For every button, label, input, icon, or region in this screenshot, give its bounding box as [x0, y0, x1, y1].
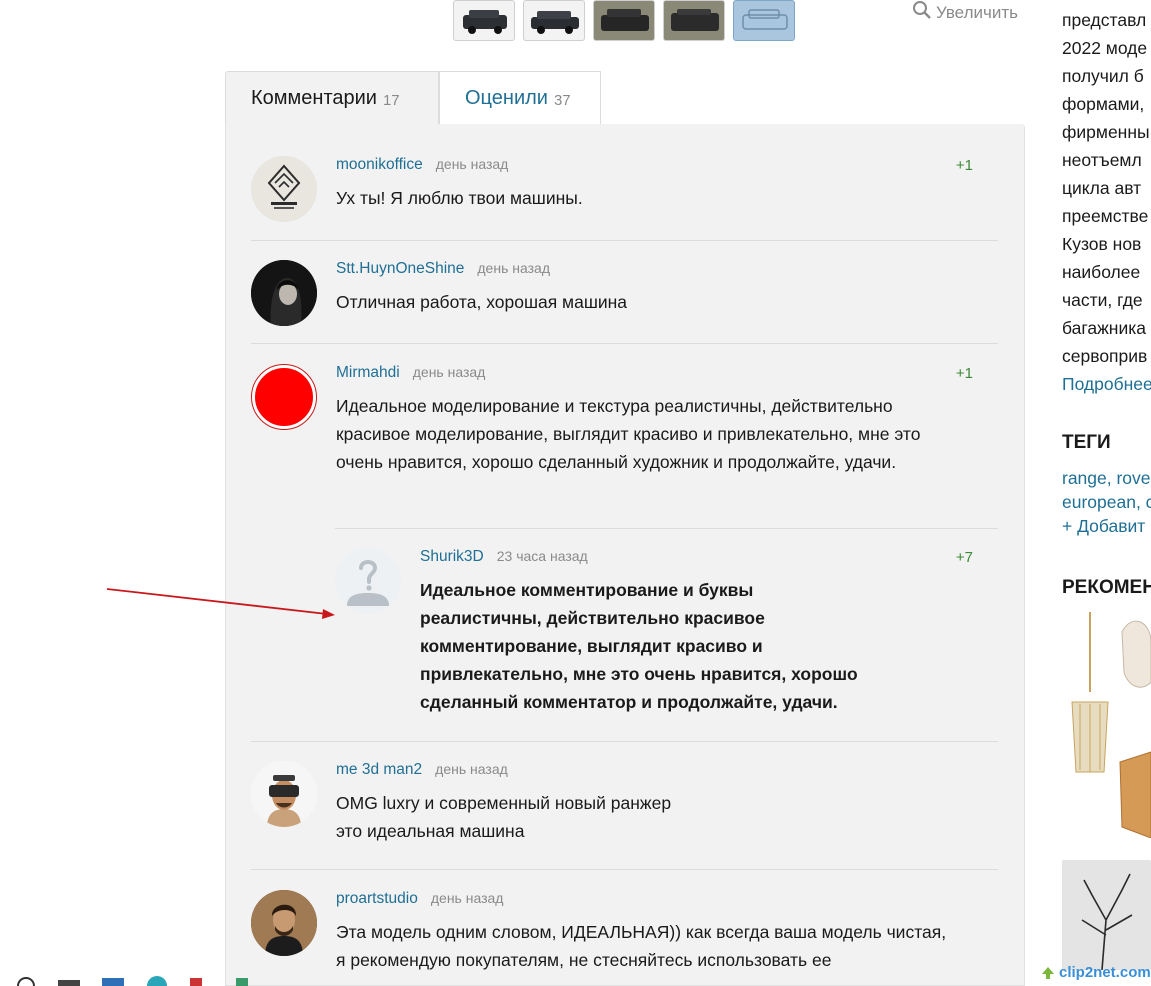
- comment-time: день назад: [477, 260, 550, 276]
- tags-list: range, rove european, c + Добавит: [1062, 466, 1151, 538]
- taskbar-icons: [17, 976, 248, 986]
- tag-link[interactable]: range, rove: [1062, 466, 1151, 490]
- red-circle-icon: [253, 366, 315, 428]
- magnifier-icon: [912, 0, 932, 25]
- tags-title: ТЕГИ: [1062, 432, 1111, 453]
- avatar[interactable]: [335, 548, 401, 614]
- comment-text: OMG luxry и современный новый ранжер это…: [336, 793, 672, 841]
- description-line: представл: [1062, 10, 1147, 30]
- comment-item: moonikoffice день назад +1 Ух ты! Я любл…: [251, 156, 998, 226]
- clip2net-logo-icon: [1042, 966, 1054, 979]
- comment-username[interactable]: me 3d man2: [336, 761, 422, 779]
- description-line: цикла авт: [1062, 178, 1142, 198]
- comment-vote: +7: [955, 549, 973, 566]
- comment-tabs: Комментарии 17 Оценили 37: [225, 71, 601, 125]
- comment-time: день назад: [435, 156, 509, 172]
- comment-item: proartstudio день назад Эта модель одним…: [251, 890, 998, 986]
- comment-text: Отличная работа, хорошая машина: [336, 292, 628, 312]
- recommended-chandelier-image[interactable]: [1062, 612, 1151, 838]
- comment-time: 23 часа назад: [496, 548, 588, 564]
- watermark-text: clip2net.com: [1059, 964, 1151, 981]
- right-sidebar: представл 2022 моде получил б формами, ф…: [1062, 0, 1151, 986]
- comments-panel: moonikoffice день назад +1 Ух ты! Я любл…: [225, 124, 1025, 986]
- avatar[interactable]: [251, 364, 317, 430]
- tab-rated[interactable]: Оценили 37: [439, 71, 601, 125]
- comment-username[interactable]: Shurik3D: [420, 548, 484, 566]
- comment-text: Идеальное комментирование и буквы реалис…: [420, 580, 858, 712]
- avatar[interactable]: [251, 156, 317, 222]
- zoom-button[interactable]: Увеличить: [912, 0, 1018, 25]
- comment-divider: [251, 343, 998, 344]
- model-description: представл 2022 моде получил б формами, ф…: [1062, 0, 1151, 398]
- watermark: clip2net.com: [1040, 964, 1151, 981]
- comment-item: Mirmahdi день назад +1 Идеальное моделир…: [251, 364, 998, 514]
- description-line: части, где: [1062, 290, 1143, 310]
- comment-text: Эта модель одним словом, ИДЕАЛЬНАЯ)) как…: [336, 922, 947, 970]
- recommended-tree-image[interactable]: [1062, 860, 1151, 970]
- avatar[interactable]: [251, 761, 317, 827]
- comment-time: день назад: [435, 761, 508, 777]
- comment-vote: +1: [955, 157, 973, 174]
- gallery-thumb-1[interactable]: [453, 0, 515, 41]
- description-line: сервоприв: [1062, 346, 1148, 366]
- tab-comments[interactable]: Комментарии 17: [225, 71, 439, 125]
- description-line: фирменны: [1062, 122, 1150, 142]
- gallery-thumb-5[interactable]: [733, 0, 795, 41]
- recommended-title: РЕКОМЕН: [1062, 577, 1151, 598]
- moonik-logo-icon: [251, 156, 317, 222]
- tag-link[interactable]: european, c: [1062, 490, 1151, 514]
- comment-item: Stt.HuynOneShine день назад Отличная раб…: [251, 260, 998, 330]
- avatar[interactable]: [251, 260, 317, 326]
- tab-comments-count: 17: [382, 91, 400, 109]
- comment-divider: [251, 869, 998, 870]
- man-photo-icon: [251, 890, 317, 956]
- default-user-question-icon: [335, 548, 401, 614]
- gallery-thumb-3[interactable]: [593, 0, 655, 41]
- comment-username[interactable]: moonikoffice: [336, 156, 423, 174]
- comment-vote: +1: [955, 365, 973, 382]
- add-tag-link[interactable]: + Добавит: [1062, 514, 1151, 538]
- description-line: получил б: [1062, 66, 1144, 86]
- description-line: 2022 моде: [1062, 38, 1148, 58]
- comment-text: Ух ты! Я люблю твои машины.: [336, 188, 583, 208]
- comment-text: Идеальное моделирование и текстура реали…: [336, 396, 921, 472]
- tab-comments-label: Комментарии: [251, 87, 377, 109]
- description-line: наиболее: [1062, 262, 1141, 282]
- comment-time: день назад: [412, 364, 486, 380]
- zoom-label: Увеличить: [936, 2, 1018, 22]
- tab-rated-count: 37: [553, 91, 571, 109]
- woman-photo-icon: [251, 260, 317, 326]
- comment-divider: [251, 741, 998, 742]
- comment-username[interactable]: Stt.HuynOneShine: [336, 260, 464, 278]
- comment-username[interactable]: proartstudio: [336, 890, 418, 908]
- gallery-thumb-4[interactable]: [663, 0, 725, 41]
- gallery-thumb-2[interactable]: [523, 0, 585, 41]
- comment-divider: [335, 528, 998, 529]
- description-line: Кузов нов: [1062, 234, 1142, 254]
- vr-headset-man-icon: [251, 761, 317, 827]
- comment-time: день назад: [430, 890, 504, 906]
- description-line: неотъемл: [1062, 150, 1142, 170]
- comment-divider: [251, 240, 998, 241]
- comment-reply: Shurik3D 23 часа назад +7 Идеальное комм…: [335, 548, 998, 728]
- description-line: преемстве: [1062, 206, 1149, 226]
- annotation-arrow-icon: [106, 588, 335, 619]
- avatar[interactable]: [251, 890, 317, 956]
- description-line: багажника: [1062, 318, 1147, 338]
- more-link[interactable]: Подробнее: [1062, 370, 1151, 398]
- tab-rated-label: Оценили: [465, 87, 548, 109]
- comment-username[interactable]: Mirmahdi: [336, 364, 400, 382]
- comment-item: me 3d man2 день назад OMG luxry и соврем…: [251, 761, 998, 861]
- gallery-thumbnails: [453, 0, 795, 41]
- description-line: формами,: [1062, 94, 1145, 114]
